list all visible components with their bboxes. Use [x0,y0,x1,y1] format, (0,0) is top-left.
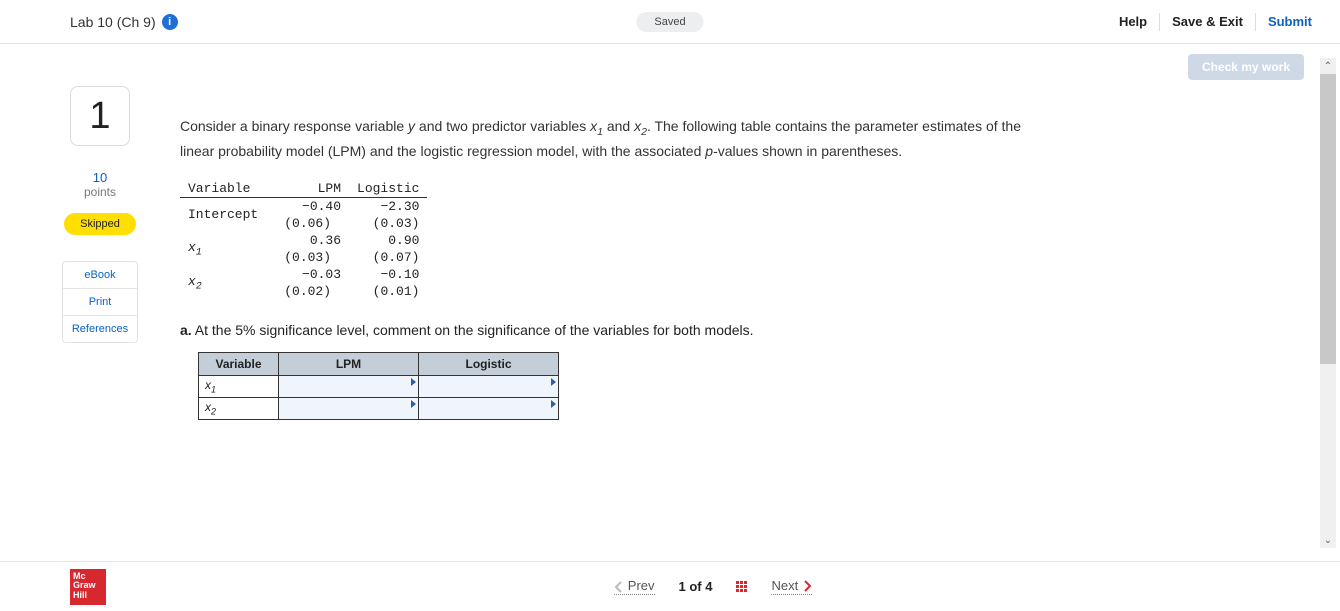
scroll-down-icon[interactable]: ⌄ [1320,532,1336,548]
cell: (0.01) [349,283,427,300]
cell: −2.30 [349,197,427,215]
var-y: y [408,118,415,134]
part-a-prompt: a. At the 5% significance level, comment… [180,322,1300,338]
prev-label: Prev [628,578,655,593]
x2-logistic-dropdown[interactable] [419,397,559,419]
resource-links: eBook Print References [62,261,138,343]
cell: (0.06) [276,215,349,232]
text: -values shown in parentheses. [713,143,902,159]
cell: 0.36 [276,232,349,249]
check-row: Check my work [0,44,1340,80]
row-var: x1 [180,232,276,266]
main: 1 10 points Skipped eBook Print Referenc… [0,80,1340,580]
check-my-work-button[interactable]: Check my work [1188,54,1304,80]
grid-icon[interactable] [736,581,747,592]
x1-logistic-dropdown[interactable] [419,375,559,397]
top-actions: Help Save & Exit Submit [1107,13,1324,31]
part-label: a. [180,322,192,338]
saved-indicator: Saved [636,12,703,32]
col-logistic: Logistic [349,180,427,198]
question-prompt: Consider a binary response variable y an… [180,116,1040,162]
logo-line: Hill [73,591,103,601]
x2-lpm-dropdown[interactable] [279,397,419,419]
ans-row-var: x2 [199,397,279,419]
row-var: Intercept [180,197,276,232]
ebook-link[interactable]: eBook [63,262,137,289]
ans-col-variable: Variable [199,352,279,375]
ans-row-var: x1 [199,375,279,397]
col-variable: Variable [180,180,276,198]
next-button[interactable]: Next [771,578,812,595]
assignment-title-wrap: Lab 10 (Ch 9) i [70,14,178,30]
question-number: 1 [70,86,130,146]
cell: −0.03 [276,266,349,283]
cell: (0.07) [349,249,427,266]
var-p: p [705,143,713,159]
x1-lpm-dropdown[interactable] [279,375,419,397]
references-link[interactable]: References [63,316,137,342]
text: Consider a binary response variable [180,118,408,134]
text: At the 5% significance level, comment on… [192,322,754,338]
cell: (0.02) [276,283,349,300]
table-row: x1 0.36 0.90 [180,232,427,249]
skipped-badge: Skipped [64,213,136,235]
table-row: Intercept −0.40 −2.30 [180,197,427,215]
cell: −0.10 [349,266,427,283]
estimates-table: Variable LPM Logistic Intercept −0.40 −2… [180,180,427,300]
answer-row: x2 [199,397,559,419]
question-content: Consider a binary response variable y an… [160,80,1340,580]
table-row: x2 −0.03 −0.10 [180,266,427,283]
prev-button[interactable]: Prev [614,578,655,595]
print-link[interactable]: Print [63,289,137,316]
row-var: x2 [180,266,276,300]
next-label: Next [771,578,798,593]
question-sidebar: 1 10 points Skipped eBook Print Referenc… [40,80,160,580]
page-indicator: 1 of 4 [679,579,713,594]
mcgraw-hill-logo: Mc Graw Hill [70,569,106,605]
chevron-left-icon [614,581,622,593]
points-value: 10 [40,170,160,185]
scrollbar[interactable]: ⌃ ⌄ [1320,58,1336,548]
submit-link[interactable]: Submit [1256,14,1324,29]
scroll-thumb[interactable] [1320,74,1336,364]
assignment-title: Lab 10 (Ch 9) [70,14,156,30]
cell: (0.03) [276,249,349,266]
save-exit-link[interactable]: Save & Exit [1160,14,1255,29]
text: and [603,118,634,134]
cell: (0.03) [349,215,427,232]
footer: Mc Graw Hill Prev 1 of 4 Next [0,561,1340,611]
col-lpm: LPM [276,180,349,198]
ans-col-logistic: Logistic [419,352,559,375]
answer-row: x1 [199,375,559,397]
chevron-right-icon [804,580,812,592]
ans-col-lpm: LPM [279,352,419,375]
top-bar: Lab 10 (Ch 9) i Saved Help Save & Exit S… [0,0,1340,44]
answer-table: Variable LPM Logistic x1 x2 [198,352,559,420]
points-label: points [40,185,160,199]
help-link[interactable]: Help [1107,14,1159,29]
text: and two predictor variables [415,118,590,134]
cell: −0.40 [276,197,349,215]
info-icon[interactable]: i [162,14,178,30]
scroll-up-icon[interactable]: ⌃ [1320,58,1336,74]
pager: Prev 1 of 4 Next [614,578,812,595]
cell: 0.90 [349,232,427,249]
